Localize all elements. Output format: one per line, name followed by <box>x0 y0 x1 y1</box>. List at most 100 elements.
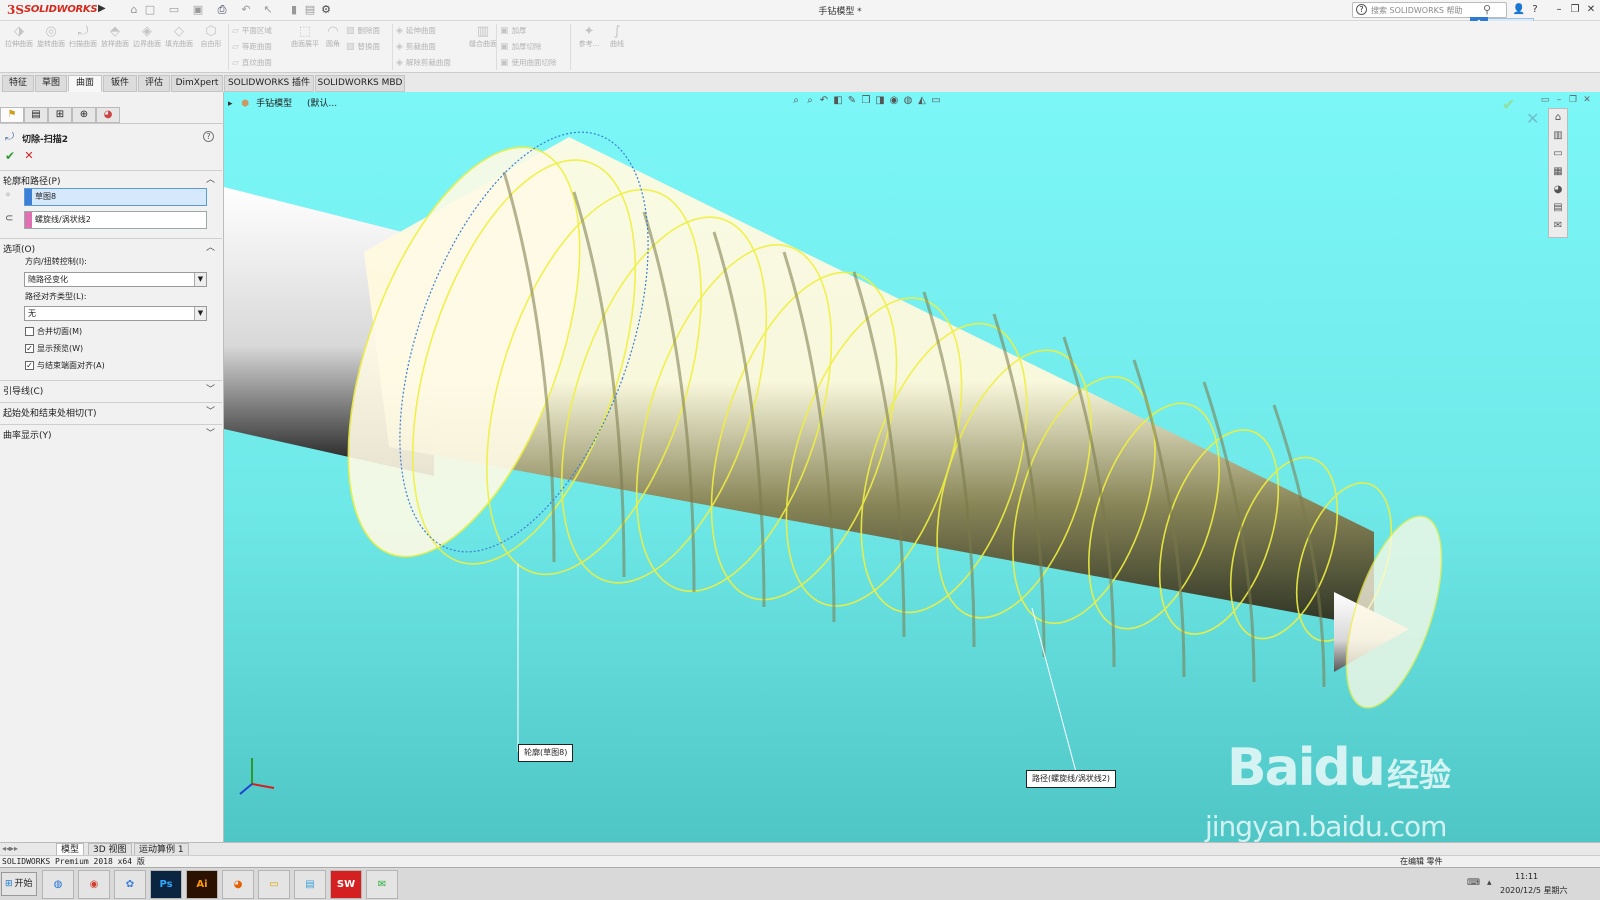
taskbar-firefox-icon[interactable]: ◕ <box>222 870 254 899</box>
user-icon[interactable]: 👤 <box>1512 3 1526 17</box>
tab-sheet-metal[interactable]: 钣件 <box>103 75 137 92</box>
path-align-dropdown[interactable]: 无 ▼ <box>24 306 207 321</box>
close-button[interactable]: ✕ <box>1584 3 1598 17</box>
ruled-surface-button[interactable]: ▱ 直纹曲面 <box>232 56 272 70</box>
ok-check-button[interactable]: ✔ <box>3 149 17 163</box>
fillet-button[interactable]: ◠ 圆角 <box>318 24 348 72</box>
dynamic-annotation-icon[interactable]: ✎ <box>845 95 859 106</box>
options-gear-icon[interactable]: ⚙ <box>320 4 332 16</box>
path-callout[interactable]: 路径(螺旋线/涡状线2) <box>1026 770 1117 788</box>
chevron-up-icon[interactable]: ︿ <box>206 172 215 185</box>
tab-solidworks-addins[interactable]: SOLIDWORKS 插件 <box>224 75 314 92</box>
curves-button[interactable]: ∫ 曲线 <box>602 24 632 72</box>
display-style-icon[interactable]: ◨ <box>873 95 887 106</box>
clock-time[interactable]: 11:11 <box>1515 872 1538 881</box>
forum-icon[interactable]: ✉ <box>1549 217 1567 235</box>
hide-show-icon[interactable]: ◉ <box>887 95 901 106</box>
tab-dimxpert[interactable]: DimXpert <box>171 75 223 92</box>
boundary-surface-button[interactable]: ◈ 边界曲面 <box>132 24 162 72</box>
taskbar-notepad-icon[interactable]: ▤ <box>294 870 326 899</box>
configuration-manager-tab-icon[interactable]: ⊞ <box>48 107 72 123</box>
graphics-area[interactable]: ▸ ⬢ 手钻模型 (默认... ⌕ ⌕ ↶ ◧ ✎ ❒ ◨ ◉ ◍ ◭ ▭ ▭ – ❐ ✕ ✔ ✕ 轮廓(… <box>224 92 1600 842</box>
fill-surface-button[interactable]: ◇ 填充曲面 <box>164 24 194 72</box>
revolve-surface-button[interactable]: ◎ 旋转曲面 <box>36 24 66 72</box>
viewport-minimize-icon[interactable]: – <box>1552 95 1566 105</box>
orientation-dropdown[interactable]: 随路径变化 ▼ <box>24 272 207 287</box>
tab-features[interactable]: 特征 <box>2 75 34 92</box>
select-icon[interactable]: ↖ <box>262 4 274 16</box>
dropdown-arrow-icon[interactable]: ▼ <box>194 307 206 320</box>
thicken-button[interactable]: ▣ 加厚 <box>500 24 527 38</box>
delete-face-button[interactable]: ▧ 删除面 <box>346 24 380 38</box>
display-manager-tab-icon[interactable]: ◕ <box>96 107 120 123</box>
offset-surface-button[interactable]: ▱ 等距曲面 <box>232 40 272 54</box>
custom-properties-icon[interactable]: ▤ <box>1549 199 1567 217</box>
tab-surfaces[interactable]: 曲面 <box>68 75 102 92</box>
taskbar-illustrator-icon[interactable]: Ai <box>186 870 218 899</box>
viewport-close-icon[interactable]: ✕ <box>1580 95 1594 105</box>
knit-surface-button[interactable]: ▥ 缝合曲面 <box>468 24 498 72</box>
options-group[interactable]: 选项(O) ︿ <box>0 238 222 255</box>
model-drill-bit-3d[interactable] <box>224 92 1600 842</box>
freeform-button[interactable]: ⬡ 自由形 <box>196 24 226 72</box>
home-icon[interactable]: ⌂ <box>128 4 140 16</box>
start-end-tangency-group[interactable]: 起始处和结束处相切(T) ﹀ <box>0 402 222 419</box>
clock-date[interactable]: 2020/12/5 星期六 <box>1500 885 1568 896</box>
start-button[interactable]: ⊞ 开始 <box>1 872 37 896</box>
checkbox-unchecked[interactable] <box>25 327 34 336</box>
tab-sketch[interactable]: 草图 <box>35 75 67 92</box>
help-icon[interactable]: ? <box>203 131 214 142</box>
taskbar-wechat-icon[interactable]: ✉ <box>366 870 398 899</box>
checkbox-checked[interactable]: ✓ <box>25 344 34 353</box>
profile-callout[interactable]: 轮廓(草图8) <box>518 744 574 762</box>
profile-path-group[interactable]: 轮廓和路径(P) ︿ <box>0 170 222 187</box>
viewport-restore-icon[interactable]: ❐ <box>1566 95 1580 105</box>
dropdown-arrow-icon[interactable]: ▼ <box>194 273 206 286</box>
undo-icon[interactable]: ↶ <box>240 4 252 16</box>
design-library-icon[interactable]: ▥ <box>1549 127 1567 145</box>
zoom-to-fit-icon[interactable]: ⌕ <box>789 95 803 106</box>
sweep-surface-button[interactable]: ⤾ 扫描曲面 <box>68 24 98 72</box>
chevron-down-icon[interactable]: ﹀ <box>206 404 215 417</box>
section-view-icon[interactable]: ◧ <box>831 95 845 106</box>
save-icon[interactable]: ▣ <box>192 4 204 16</box>
chevron-down-icon[interactable]: ﹀ <box>206 426 215 439</box>
confirmation-corner-cancel-icon[interactable]: ✕ <box>1526 109 1539 128</box>
previous-view-icon[interactable]: ↶ <box>817 95 831 106</box>
taskbar-explorer-icon[interactable]: ▭ <box>258 870 290 899</box>
taskbar-solidworks-icon[interactable]: SW <box>330 870 362 899</box>
dimxpert-manager-tab-icon[interactable]: ⊕ <box>72 107 96 123</box>
reference-geometry-button[interactable]: ✦ 参考... <box>574 24 604 72</box>
menu-flyout-arrow-icon[interactable]: ▶ <box>98 3 106 17</box>
help-search-input[interactable]: ? 搜索 SOLIDWORKS 帮助 ⚲ <box>1352 2 1507 18</box>
network-icon[interactable]: ▴ <box>1487 878 1492 888</box>
cancel-x-button[interactable]: ✕ <box>22 149 36 163</box>
property-manager-tab-icon[interactable]: ▤ <box>24 107 48 123</box>
zoom-area-icon[interactable]: ⌕ <box>803 95 817 106</box>
path-selection-field[interactable]: 螺旋线/涡状线2 <box>24 211 207 229</box>
feature-tree-flyout[interactable]: ▸ ⬢ 手钻模型 (默认... <box>228 96 337 109</box>
edit-appearance-icon[interactable]: ◍ <box>901 95 915 106</box>
confirmation-corner-ok-icon[interactable]: ✔ <box>1502 95 1515 114</box>
thicken-cut-button[interactable]: ▣ 加厚切除 <box>500 40 542 54</box>
keyboard-icon[interactable]: ⌨ <box>1467 878 1480 888</box>
viewport-split-icon[interactable]: ▭ <box>1538 95 1552 105</box>
surface-cut-button[interactable]: ▣ 使用曲面切除 <box>500 56 557 70</box>
apply-scene-icon[interactable]: ◭ <box>915 95 929 106</box>
profile-selection-field[interactable]: 草图8 <box>24 188 207 206</box>
taskbar-baidu-netdisk-icon[interactable]: ✿ <box>114 870 146 899</box>
view-orientation-icon[interactable]: ❒ <box>859 95 873 106</box>
extrude-surface-button[interactable]: ⬗ 拉伸曲面 <box>4 24 34 72</box>
view-settings-icon[interactable]: ▭ <box>929 95 943 106</box>
chevron-up-icon[interactable]: ︿ <box>206 240 215 253</box>
curvature-display-group[interactable]: 曲率显示(Y) ﹀ <box>0 424 222 441</box>
feature-manager-tab-icon[interactable]: ⚑ <box>0 107 24 123</box>
print-icon[interactable]: ⎙ <box>216 4 228 16</box>
flatten-surface-button[interactable]: ⬚ 曲面展平 <box>290 24 320 72</box>
taskbar-chrome-icon[interactable]: ◉ <box>78 870 110 899</box>
appearances-icon[interactable]: ◕ <box>1549 181 1567 199</box>
guide-curves-group[interactable]: 引导线(C) ﹀ <box>0 380 222 397</box>
show-preview-checkbox[interactable]: ✓ 显示预览(W) <box>25 343 83 355</box>
checkbox-checked[interactable]: ✓ <box>25 361 34 370</box>
untrim-surface-button[interactable]: ◈ 解除剪裁曲面 <box>396 56 451 70</box>
